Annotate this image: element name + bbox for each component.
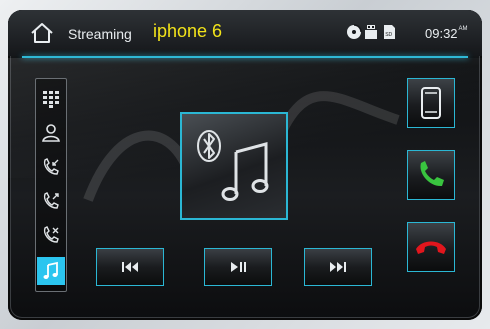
head-unit-display: Streaming iphone 6 SD 09:32AM — [8, 10, 482, 320]
disc-icon — [346, 24, 362, 40]
sd-card-icon: SD — [381, 24, 397, 40]
chevron-up-icon[interactable] — [248, 318, 260, 320]
clock: 09:32AM — [425, 26, 468, 41]
incoming-call-icon[interactable] — [37, 153, 65, 181]
sidebar — [35, 78, 67, 292]
source-label: Streaming — [68, 26, 132, 42]
next-track-icon — [330, 262, 346, 272]
music-note-icon — [221, 142, 269, 201]
bluetooth-icon — [197, 130, 221, 162]
phone-device-button[interactable] — [407, 78, 455, 128]
accent-divider — [22, 56, 468, 58]
answer-call-icon — [420, 161, 444, 187]
answer-call-button[interactable] — [407, 150, 455, 200]
outgoing-call-icon[interactable] — [37, 187, 65, 215]
clock-time: 09:32 — [425, 26, 458, 41]
svg-text:SD: SD — [385, 32, 392, 38]
status-bar: Streaming iphone 6 SD 09:32AM — [8, 10, 482, 56]
screen: Streaming iphone 6 SD 09:32AM — [0, 0, 490, 329]
album-art — [180, 112, 288, 220]
device-name: iphone 6 — [153, 21, 223, 41]
usb-icon — [363, 24, 379, 40]
clock-suffix: AM — [458, 26, 468, 32]
home-icon[interactable] — [30, 22, 54, 44]
previous-track-button[interactable] — [96, 248, 164, 286]
end-call-button[interactable] — [407, 222, 455, 272]
keypad-icon[interactable] — [37, 85, 65, 113]
play-pause-icon — [231, 262, 246, 272]
phone-device-icon — [421, 87, 441, 119]
end-call-icon — [416, 241, 446, 254]
music-icon[interactable] — [37, 257, 65, 285]
missed-call-icon[interactable] — [37, 221, 65, 249]
contacts-icon[interactable] — [37, 119, 65, 147]
play-pause-button[interactable] — [204, 248, 272, 286]
next-track-button[interactable] — [304, 248, 372, 286]
previous-track-icon — [122, 262, 138, 272]
